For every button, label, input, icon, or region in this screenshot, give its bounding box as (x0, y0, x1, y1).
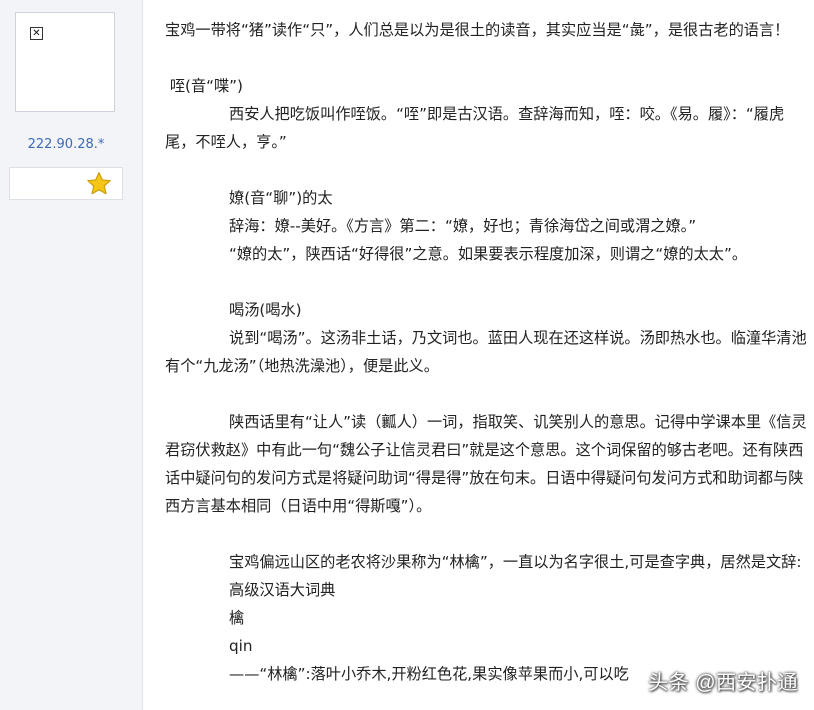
paragraph-liao-1: 辞海：嫽--美好。《方言》第二：“嫽，好也；青徐海岱之间或渭之嫽。” (229, 217, 697, 235)
avatar[interactable]: ✕ (15, 12, 115, 112)
dictionary-pinyin: qin (229, 637, 253, 655)
star-icon (87, 172, 111, 195)
user-ip: 222.90.28.* (27, 137, 105, 152)
heading-liao: 嫽(音“聊”)的太 (229, 189, 333, 207)
author-sidebar: ✕ 222.90.28.* (0, 0, 143, 710)
heading-hetang: 喝汤(喝水) (229, 301, 302, 319)
paragraph-linqin: 宝鸡偏远山区的老农将沙果称为“林檎”，一直以为名字很土,可是查字典，居然是文辞: (229, 553, 802, 571)
dictionary-title: 高级汉语大词典 (229, 581, 336, 599)
paragraph-die: 西安人把吃饭叫作咥饭。“咥”即是古汉语。查辞海而知，咥：咬。《易。履》：“履虎尾… (165, 105, 785, 151)
watermark: 头条 @西安扑通 (648, 672, 798, 694)
post-content: 宝鸡一带将“猪”读作“只”，人们总是以为是很土的读音，其实应当是“彘”，是很古老… (165, 16, 807, 688)
paragraph-rangren: 陕西话里有“让人”读（瓤人）一词，指取笑、讥笑别人的意思。记得中学课本里《信灵君… (165, 413, 807, 515)
rating-box (9, 167, 123, 200)
paragraph-liao-2: “嫽的太”，陕西话“好得很”之意。如果要表示程度加深，则谓之“嫽的太太”。 (229, 245, 748, 263)
heading-die: 咥(音“喋”) (165, 77, 243, 95)
paragraph-hetang: 说到“喝汤”。这汤非土话，乃文词也。蓝田人现在还这样说。汤即热水也。临潼华清池有… (165, 329, 807, 375)
paragraph-zhi: 宝鸡一带将“猪”读作“只”，人们总是以为是很土的读音，其实应当是“彘”，是很古老… (165, 21, 790, 39)
broken-image-icon: ✕ (30, 27, 43, 40)
dictionary-char: 檎 (229, 609, 245, 627)
